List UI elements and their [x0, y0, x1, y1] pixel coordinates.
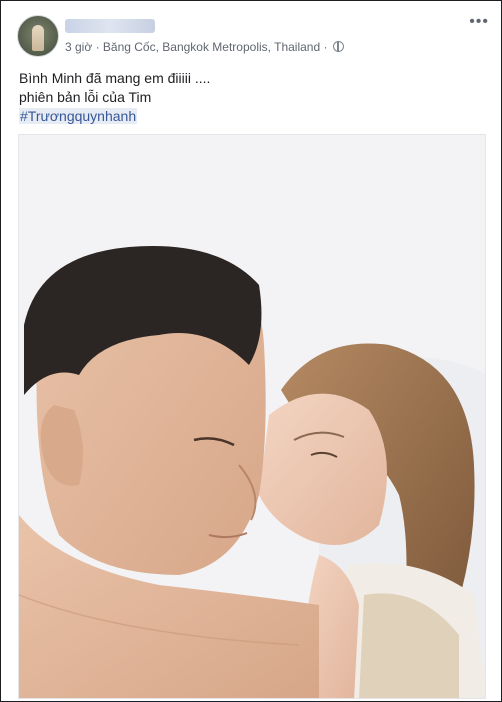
- meta-separator: ·: [95, 40, 100, 54]
- post-header: 3 giờ · Băng Cốc, Bangkok Metropolis, Th…: [17, 14, 489, 59]
- post-text: Bình Minh đã mang em điiiii .... phiên b…: [19, 69, 485, 126]
- avatar-figure: [32, 25, 44, 51]
- post-text-line: Bình Minh đã mang em điiiii ....: [19, 70, 211, 86]
- facebook-post: 3 giờ · Băng Cốc, Bangkok Metropolis, Th…: [0, 0, 502, 702]
- more-options-icon[interactable]: •••: [469, 14, 489, 30]
- globe-icon[interactable]: [332, 41, 344, 52]
- photo-illustration: [19, 135, 485, 698]
- post-location[interactable]: Băng Cốc, Bangkok Metropolis, Thailand: [103, 40, 320, 54]
- post-time[interactable]: 3 giờ: [65, 40, 92, 54]
- avatar[interactable]: [17, 15, 59, 57]
- meta-separator: ·: [323, 40, 328, 54]
- post-meta: 3 giờ · Băng Cốc, Bangkok Metropolis, Th…: [65, 40, 344, 54]
- author-name-redacted[interactable]: [65, 19, 155, 33]
- hashtag-link[interactable]: #Trươngquynhanh: [19, 108, 138, 124]
- post-photo[interactable]: [18, 134, 486, 699]
- post-text-line: phiên bản lỗi của Tim: [19, 89, 152, 105]
